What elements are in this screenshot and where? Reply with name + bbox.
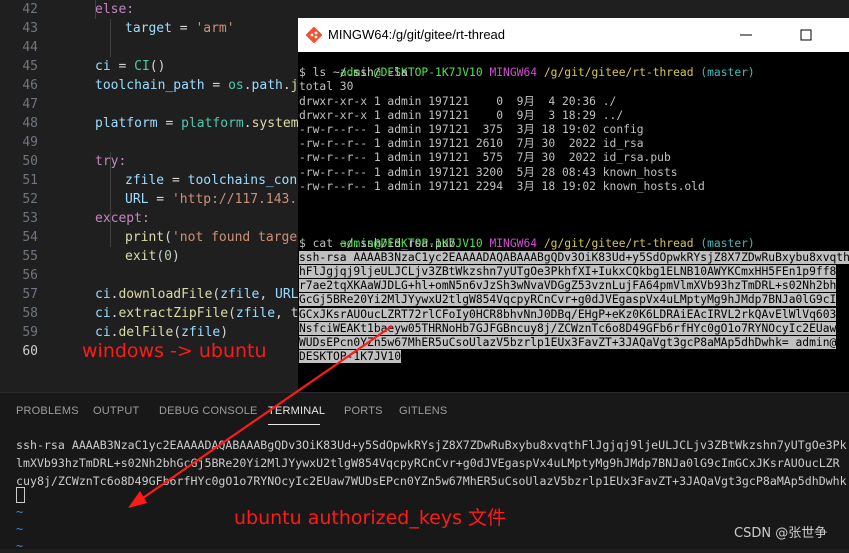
ls-line: -rw-r--r-- 1 admin 197121 2294 3月 18 19:… [299,179,705,193]
code-text: platform = platform.system [95,116,299,131]
line-number: 56 [22,268,38,283]
key-line[interactable]: ssh-rsa AAAAB3NzaC1yc2EAAAADAQABAAABgQDv… [299,250,849,265]
tab-ports[interactable]: PORTS [344,405,383,417]
prompt-path: /g/git/gitee/rt-thread [543,66,694,80]
line-number: 57 [22,287,38,302]
git-bash-icon [305,26,323,44]
line-number: 51 [22,173,38,188]
line-number: 42 [22,2,38,17]
ls-line: total 30 [299,80,354,94]
window-title: MINGW64:/g/git/gitee/rt-thread [328,27,506,42]
tab-problems[interactable]: PROBLEMS [16,405,79,417]
key-line[interactable]: GcGj5BRe20Yi2MlJYywxU2tlgW854VqcpyRCnCvr… [299,293,837,307]
terminal-cursor [16,487,25,503]
code-text: exit(0) [125,249,180,264]
ls-line: -rw-r--r-- 1 admin 197121 375 3月 18 19:0… [299,123,644,136]
code-text: except: [95,211,150,226]
key-line[interactable]: hFlJgjqj9ljeULJCLjv3ZBtWkzshn7yUTgOe3Pkh… [299,265,837,279]
ls-line: drwxr-xr-x 1 admin 197121 0 9月 3 18:29 .… [299,108,624,122]
prompt-branch: (master) [700,236,755,250]
key-line[interactable]: NsfciWEAKt1baeyw05THRNoHb7GJFGBncuy8j/ZC… [299,321,837,336]
tab-output[interactable]: OUTPUT [93,405,139,417]
command-line: $ cat ~/.ssh/id_rsa.pub [299,236,456,250]
code-text: else: [95,2,135,17]
tab-gitlens[interactable]: GITLENS [399,405,447,417]
line-number: 52 [22,192,38,207]
line-number: 45 [22,59,38,74]
key-line[interactable]: GCxJKsrAUOucLZRT72rlCFoIy0HCR8bhvNnJ0DBq… [299,307,837,322]
maximize-icon[interactable] [796,25,816,45]
line-number: 54 [22,230,38,245]
ls-line: drwxr-xr-x 1 admin 197121 0 9月 4 20:36 .… [299,94,617,108]
indent-guide [110,209,111,247]
code-text: ci.downloadFile(zfile, URL [95,287,299,302]
active-tab-indicator [268,424,320,425]
prompt-shell: MINGW64 [489,66,538,80]
line-number: 43 [22,21,38,36]
line-number: 44 [22,40,38,55]
code-text: ci = CI() [95,59,166,74]
window-titlebar[interactable]: MINGW64:/g/git/gitee/rt-thread [298,18,849,52]
vim-tilde: ~ [16,505,24,519]
code-text: URL = 'http://117.143. [125,192,298,207]
watermark: CSDN @张世争 [734,526,828,541]
tab-debug-console[interactable]: DEBUG CONSOLE [159,405,258,417]
command-line: $ ls ~/.ssh/ -la [299,66,408,80]
code-line[interactable]: 42 else: [0,0,849,19]
terminal-line: lmXVb93hzTmDRL+s02Nh2bhGcGj5BRe20Yi2MlJY… [16,456,840,470]
line-number: 50 [22,154,38,169]
tab-terminal[interactable]: TERMINAL [268,405,325,417]
line-number: 58 [22,306,38,321]
indent-guide [95,0,96,19]
ls-line: -rw-r--r-- 1 admin 197121 575 7月 30 2022… [299,151,671,165]
key-line[interactable]: DESKTOP-1K7JV10 [299,350,402,364]
code-text: zfile = toolchains_con [125,173,298,188]
key-line[interactable]: r7ae2tqXKAaWJDLG+hl+omN5n6vJzSh3wNvaVDGg… [299,279,837,293]
ls-line: -rw-r--r-- 1 admin 197121 3200 5月 28 08:… [299,165,678,179]
code-text: print('not found target [125,230,306,245]
line-number: 60 [22,344,38,359]
line-number: 47 [22,97,38,112]
prompt-path: /g/git/gitee/rt-thread [543,236,694,250]
vim-tilde: ~ [16,522,24,536]
annotation-top: windows -> ubuntu [82,340,267,362]
terminal-line: ssh-rsa AAAAB3NzaC1yc2EAAAADAQABAAABgQDv… [16,438,847,452]
code-text: ci.extractZipFile(zfile, t [95,306,299,321]
line-number: 55 [22,249,38,264]
prompt-line: admin@DESKTOP-1K7JV10 MINGW64 /g/git/git… [299,379,755,392]
line-number: 53 [22,211,38,226]
vim-tilde: ~ [16,539,24,553]
code-text: target = 'arm' [125,21,235,36]
key-line[interactable]: WUDsEPcn0YZn5w67MhER5uCsoUlazV5bzrlp1EUx… [299,336,837,350]
terminal-line: cuy8j/ZCWznTc6o8D49GFb6rfHYc0gO1o7RYNOcy… [16,474,847,488]
annotation-bottom: ubuntu authorized_keys 文件 [234,507,507,529]
panel-tabs: PROBLEMS OUTPUT DEBUG CONSOLE TERMINAL P… [0,393,849,429]
minimize-icon[interactable] [736,25,756,45]
line-number: 48 [22,116,38,131]
terminal-output[interactable]: admin@DESKTOP-1K7JV10 MINGW64 /g/git/git… [298,52,849,392]
prompt-shell: MINGW64 [489,236,538,250]
line-number: 59 [22,325,38,340]
line-number: 46 [22,78,38,93]
mintty-terminal-window[interactable]: MINGW64:/g/git/gitee/rt-thread admin@DES… [298,18,849,392]
prompt-branch: (master) [700,66,755,80]
ls-line: -rw-r--r-- 1 admin 197121 2610 7月 30 202… [299,137,644,151]
line-number: 49 [22,135,38,150]
code-text: toolchain_path = os.path.jo [95,78,307,93]
indent-guide [110,19,111,57]
